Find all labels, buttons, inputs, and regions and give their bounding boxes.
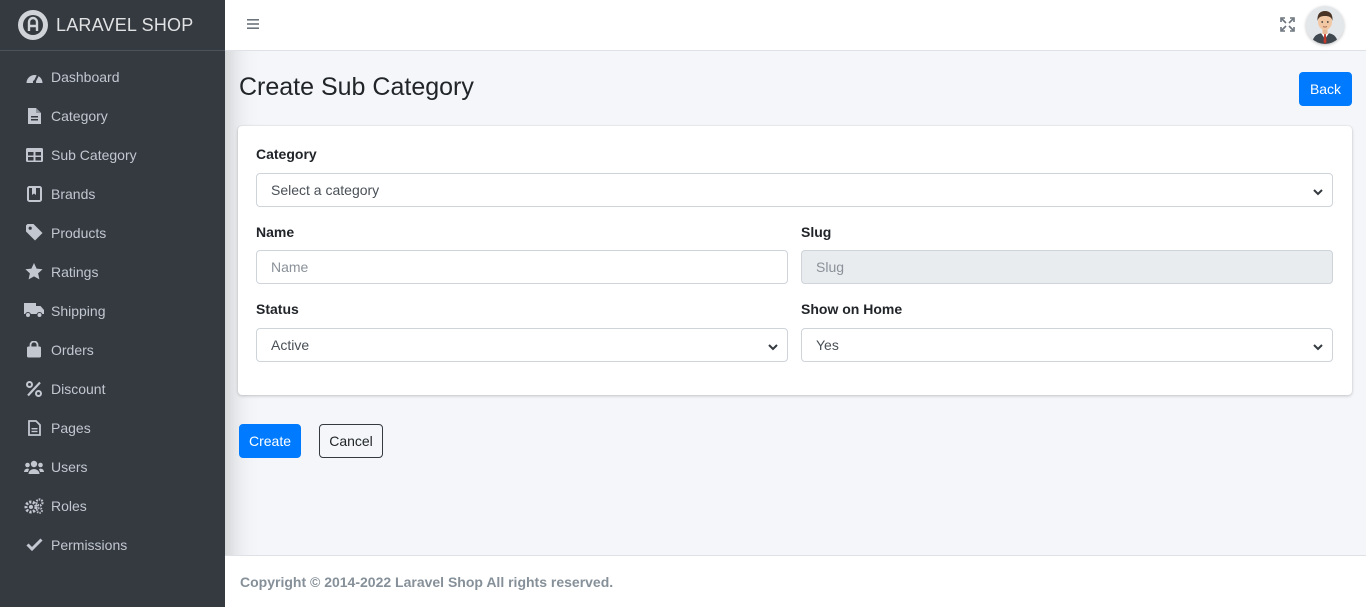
sidebar-item-shipping[interactable]: Shipping: [0, 291, 225, 330]
user-avatar-icon[interactable]: [1306, 6, 1344, 44]
sidebar-item-label: Roles: [51, 497, 87, 514]
sidebar-item-label: Users: [51, 458, 88, 475]
sidebar-item-label: Sub Category: [51, 146, 137, 163]
sidebar-item-roles[interactable]: Roles: [0, 486, 225, 525]
truck-icon: [24, 302, 44, 320]
sidebar-item-users[interactable]: Users: [0, 447, 225, 486]
users-icon: [24, 458, 44, 476]
star-icon: [24, 263, 44, 281]
sidebar-item-label: Dashboard: [51, 68, 120, 85]
tag-icon: [24, 224, 44, 242]
file-alt-icon: [24, 419, 44, 437]
hamburger-icon[interactable]: [245, 16, 261, 32]
sidebar-item-label: Discount: [51, 380, 106, 397]
sidebar-item-products[interactable]: Products: [0, 213, 225, 252]
cancel-button[interactable]: Cancel: [319, 424, 383, 458]
sidebar-item-orders[interactable]: Orders: [0, 330, 225, 369]
sidebar-item-pages[interactable]: Pages: [0, 408, 225, 447]
category-label: Category: [256, 146, 317, 162]
sidebar-nav: Dashboard Category Sub Category Brands P…: [0, 57, 225, 564]
sidebar-item-label: Pages: [51, 419, 91, 436]
sidebar-item-dashboard[interactable]: Dashboard: [0, 57, 225, 96]
file-icon: [24, 107, 44, 125]
page-title: Create Sub Category: [239, 73, 474, 101]
show-on-home-label: Show on Home: [801, 301, 903, 317]
sidebar-item-label: Brands: [51, 185, 96, 202]
slug-input-placeholder: Slug: [816, 259, 845, 275]
sidebar-item-label: Orders: [51, 341, 94, 358]
show-on-home-select-value: Yes: [816, 337, 839, 353]
brand-name: LARAVEL SHOP: [56, 14, 194, 35]
category-select-value: Select a category: [271, 182, 380, 198]
table-icon: [24, 146, 44, 164]
chevron-down-icon: [767, 340, 779, 352]
name-input-placeholder: Name: [271, 259, 309, 275]
sidebar-item-brands[interactable]: Brands: [0, 174, 225, 213]
sidebar-item-ratings[interactable]: Ratings: [0, 252, 225, 291]
brand-link[interactable]: LARAVEL SHOP: [0, 0, 225, 51]
status-select[interactable]: Active: [256, 328, 788, 362]
chevron-down-icon: [1312, 185, 1324, 197]
slug-input: Slug: [801, 250, 1333, 284]
tachometer-icon: [24, 68, 44, 86]
top-navbar: [225, 0, 1366, 51]
sidebar-item-category[interactable]: Category: [0, 96, 225, 135]
expand-icon[interactable]: [1280, 17, 1295, 32]
brand-logo-icon: [18, 10, 48, 40]
status-select-value: Active: [271, 337, 310, 353]
sidebar-item-label: Shipping: [51, 302, 106, 319]
sub-category-form-card: Category Select a category Name Name Slu…: [238, 126, 1352, 395]
footer: Copyright © 2014-2022 Laravel Shop All r…: [225, 555, 1366, 607]
back-button[interactable]: Back: [1299, 72, 1352, 106]
shopping-bag-icon: [24, 341, 44, 359]
check-icon: [24, 536, 44, 554]
name-label: Name: [256, 224, 295, 240]
sidebar-item-label: Category: [51, 107, 108, 124]
copyright-text: Copyright © 2014-2022 Laravel Shop All r…: [240, 573, 614, 590]
create-button[interactable]: Create: [239, 424, 301, 458]
show-on-home-select[interactable]: Yes: [801, 328, 1333, 362]
name-input[interactable]: Name: [256, 250, 788, 284]
cogs-icon: [24, 497, 44, 515]
chevron-down-icon: [1312, 340, 1324, 352]
book-icon: [24, 185, 44, 203]
sidebar-item-label: Ratings: [51, 263, 99, 280]
sidebar-item-discount[interactable]: Discount: [0, 369, 225, 408]
sidebar: LARAVEL SHOP Dashboard Category Sub Cate…: [0, 0, 225, 607]
main-content: Create Sub Category Back Category Select…: [225, 51, 1366, 555]
sidebar-item-label: Products: [51, 224, 107, 241]
sidebar-item-sub-category[interactable]: Sub Category: [0, 135, 225, 174]
category-select[interactable]: Select a category: [256, 173, 1333, 207]
status-label: Status: [256, 301, 299, 317]
slug-label: Slug: [801, 224, 832, 240]
sidebar-item-label: Permissions: [51, 536, 128, 553]
percent-icon: [24, 380, 44, 398]
sidebar-item-permissions[interactable]: Permissions: [0, 525, 225, 564]
